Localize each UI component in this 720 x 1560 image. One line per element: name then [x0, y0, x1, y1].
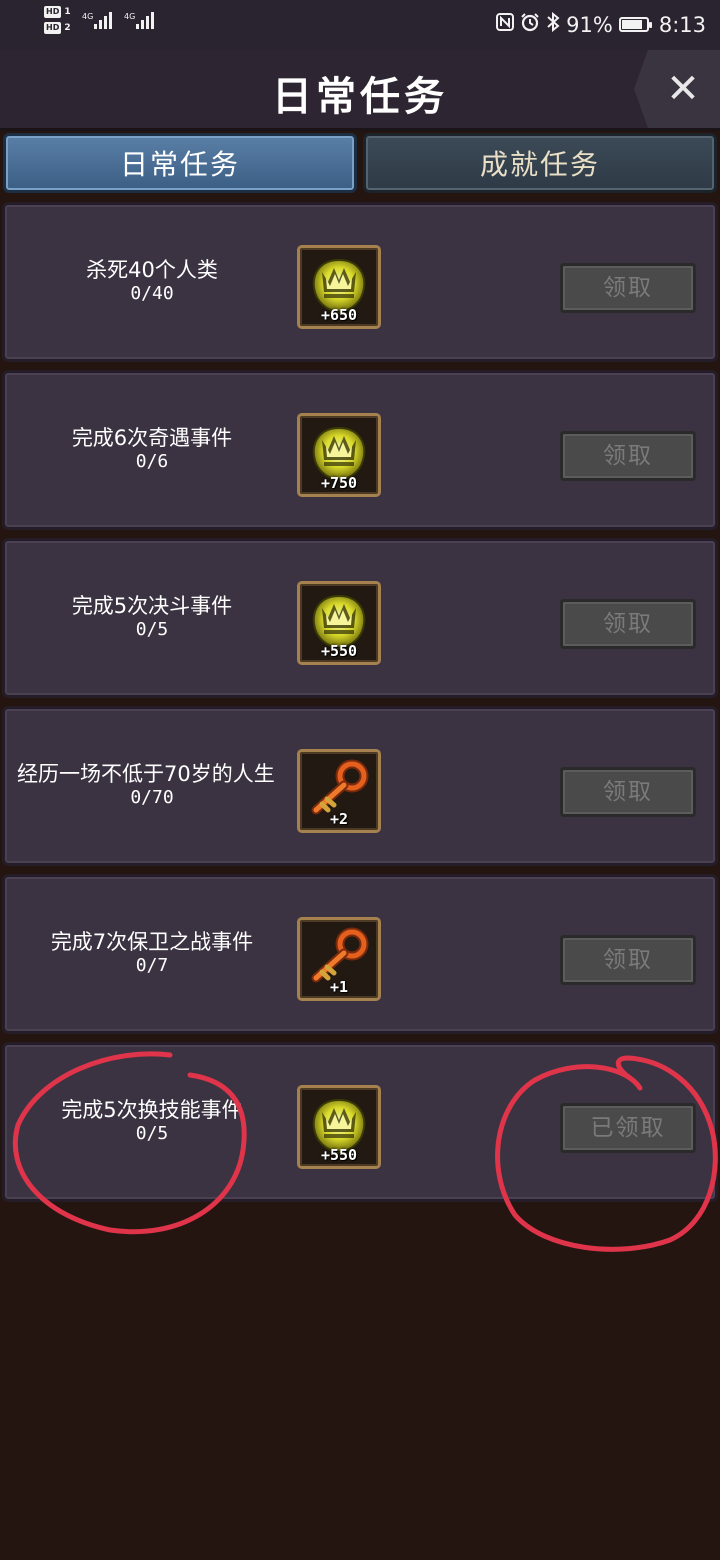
reward-slot: +650 — [297, 245, 381, 329]
claim-button[interactable]: 领取 — [560, 263, 696, 313]
status-bar: HD 1 HD 2 4G 4G 91% 8:13 — [0, 0, 720, 50]
clock: 8:13 — [658, 12, 706, 37]
sim1-indicator: HD 1 — [44, 6, 71, 18]
task-title: 杀死40个人类 — [86, 258, 218, 282]
reward-slot: +2 — [297, 749, 381, 833]
battery-fill — [621, 20, 642, 29]
task-title: 完成5次换技能事件 — [61, 1098, 243, 1122]
task-info: 完成5次换技能事件 0/5 — [13, 1045, 291, 1199]
reward-amount: +2 — [329, 810, 349, 828]
battery-icon — [618, 17, 652, 32]
reward-amount: +550 — [320, 1146, 358, 1164]
battery-percent: 91% — [566, 12, 613, 37]
task-info: 完成7次保卫之战事件 0/7 — [13, 877, 291, 1031]
tab-achievement-tasks[interactable]: 成就任务 — [363, 133, 717, 193]
signal-2-icon: 4G — [124, 12, 155, 29]
reward-amount: +1 — [329, 978, 349, 996]
task-info: 经历一场不低于70岁的人生 0/70 — [13, 709, 291, 863]
task-info: 完成5次决斗事件 0/5 — [13, 541, 291, 695]
claim-button[interactable]: 领取 — [560, 431, 696, 481]
reward-slot: +550 — [297, 581, 381, 665]
task-progress: 0/6 — [135, 451, 169, 472]
close-icon: ✕ — [666, 66, 700, 112]
task-card: 完成5次换技能事件 0/5 +550 已领取 — [2, 1042, 718, 1202]
task-progress: 0/40 — [130, 283, 174, 304]
sim-indicators: HD 1 HD 2 — [44, 6, 71, 38]
tab-daily-tasks[interactable]: 日常任务 — [3, 133, 357, 193]
task-title: 经历一场不低于70岁的人生 — [17, 762, 275, 786]
task-title: 完成6次奇遇事件 — [71, 426, 233, 450]
alarm-icon — [520, 12, 540, 37]
task-list: 杀死40个人类 0/40 +650 领取 完成6次奇遇事件 0/6 +750 领… — [0, 202, 720, 1210]
nfc-icon — [496, 13, 515, 36]
claim-button[interactable]: 领取 — [560, 599, 696, 649]
task-progress: 0/7 — [135, 955, 169, 976]
task-card: 杀死40个人类 0/40 +650 领取 — [2, 202, 718, 362]
task-progress: 0/5 — [135, 619, 169, 640]
reward-slot: +750 — [297, 413, 381, 497]
task-card: 完成6次奇遇事件 0/6 +750 领取 — [2, 370, 718, 530]
reward-slot: +1 — [297, 917, 381, 1001]
claim-button[interactable]: 领取 — [560, 935, 696, 985]
task-tabs: 日常任务 成就任务 — [0, 131, 720, 197]
task-title: 完成7次保卫之战事件 — [50, 930, 254, 954]
page-title: 日常任务 — [272, 74, 448, 120]
task-progress: 0/70 — [130, 787, 174, 808]
reward-slot: +550 — [297, 1085, 381, 1169]
task-card: 经历一场不低于70岁的人生 0/70 +2 领取 — [2, 706, 718, 866]
task-title: 完成5次决斗事件 — [71, 594, 233, 618]
signal-1-icon: 4G — [82, 12, 113, 29]
reward-amount: +750 — [320, 474, 358, 492]
task-info: 完成6次奇遇事件 0/6 — [13, 373, 291, 527]
task-progress: 0/5 — [135, 1123, 169, 1144]
task-card: 完成5次决斗事件 0/5 +550 领取 — [2, 538, 718, 698]
reward-amount: +550 — [320, 642, 358, 660]
task-card: 完成7次保卫之战事件 0/7 +1 领取 — [2, 874, 718, 1034]
claimed-button[interactable]: 已领取 — [560, 1103, 696, 1153]
claim-button[interactable]: 领取 — [560, 767, 696, 817]
close-button[interactable]: ✕ — [634, 50, 720, 128]
task-info: 杀死40个人类 0/40 — [13, 205, 291, 359]
header-bar: 日常任务 ✕ — [0, 50, 720, 131]
sim2-indicator: HD 2 — [44, 22, 71, 34]
reward-amount: +650 — [320, 306, 358, 324]
bluetooth-icon — [546, 11, 560, 37]
